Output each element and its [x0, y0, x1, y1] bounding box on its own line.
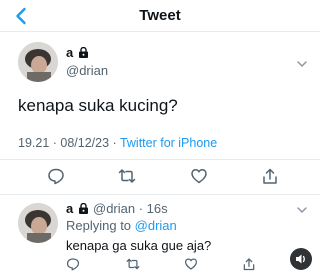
speaker-icon: [296, 254, 305, 264]
share-icon[interactable]: [242, 257, 256, 271]
retweet-icon[interactable]: [118, 167, 136, 185]
tweet-text: kenapa suka kucing?: [18, 96, 178, 115]
lock-icon: [79, 47, 88, 58]
reply-icon[interactable]: [47, 167, 65, 185]
replying-to: Replying to @drian: [66, 218, 177, 233]
reply-text: kenapa ga suka gue aja?: [66, 238, 212, 253]
reply-icon[interactable]: [66, 257, 80, 271]
page-title: Tweet: [139, 7, 181, 24]
divider: [0, 194, 320, 195]
tweet-meta: 19.21 · 08/12/23 · Twitter for iPhone: [18, 136, 217, 150]
timestamp[interactable]: 19.21 · 08/12/23 ·: [18, 136, 120, 150]
share-icon[interactable]: [261, 167, 279, 185]
replying-prefix: Replying to: [66, 218, 135, 233]
retweet-icon[interactable]: [126, 257, 140, 271]
reply-author-name[interactable]: a: [66, 201, 73, 216]
divider: [0, 159, 320, 160]
chevron-down-icon[interactable]: [296, 58, 308, 70]
like-icon[interactable]: [190, 167, 208, 185]
top-nav-bar: Tweet: [0, 0, 320, 32]
avatar[interactable]: [18, 42, 58, 82]
author-name[interactable]: a: [66, 45, 73, 60]
reply-avatar[interactable]: [18, 203, 58, 243]
sound-toggle-button[interactable]: [290, 248, 312, 270]
reply-handle-time[interactable]: @drian · 16s: [93, 201, 168, 216]
replying-mention[interactable]: @drian: [135, 218, 177, 233]
lock-icon: [79, 203, 88, 214]
like-icon[interactable]: [184, 257, 198, 271]
chevron-down-icon[interactable]: [296, 204, 308, 216]
author-handle[interactable]: @drian: [66, 63, 108, 78]
source-link[interactable]: Twitter for iPhone: [120, 136, 217, 150]
